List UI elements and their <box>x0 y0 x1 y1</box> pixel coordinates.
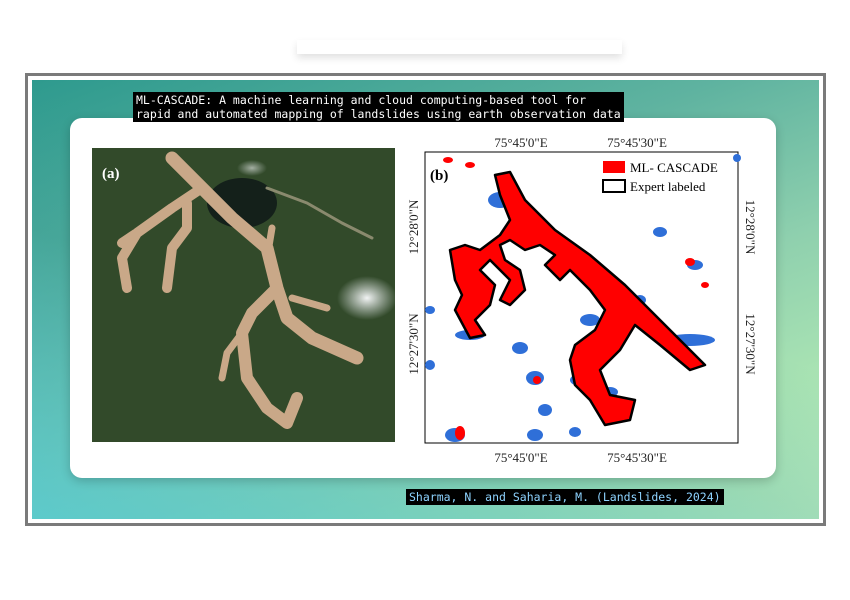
y-tick-right-1: 12°28'0"N <box>743 200 758 255</box>
x-tick-bottom-2: 75°45'30"E <box>607 450 667 465</box>
x-tick-top-1: 75°45'0"E <box>494 135 547 150</box>
panel-b-label: (b) <box>430 168 448 184</box>
x-tick-bottom-1: 75°45'0"E <box>494 450 547 465</box>
panel-a-label: (a) <box>102 166 120 182</box>
citation: Sharma, N. and Saharia, M. (Landslides, … <box>406 489 724 505</box>
y-tick-left-1: 12°28'0"N <box>406 199 421 254</box>
y-tick-left-2: 12°27'30"N <box>406 313 421 375</box>
legend-swatch-expert <box>602 179 626 193</box>
satellite-image: (a) <box>92 148 395 442</box>
top-bar <box>297 40 622 54</box>
figure-title: ML-CASCADE: A machine learning and cloud… <box>133 92 624 122</box>
title-line-2: rapid and automated mapping of landslide… <box>136 107 621 121</box>
legend-swatch-ml-cascade <box>603 161 625 173</box>
title-line-1: ML-CASCADE: A machine learning and cloud… <box>136 93 587 107</box>
y-tick-right-2: 12°27'30"N <box>743 313 758 375</box>
landslide-map: (b) ML- CASCADE Expert labeled 75°45'0"E… <box>406 135 758 465</box>
legend-label-ml-cascade: ML- CASCADE <box>630 160 718 175</box>
x-tick-top-2: 75°45'30"E <box>607 135 667 150</box>
legend-label-expert: Expert labeled <box>630 179 706 194</box>
